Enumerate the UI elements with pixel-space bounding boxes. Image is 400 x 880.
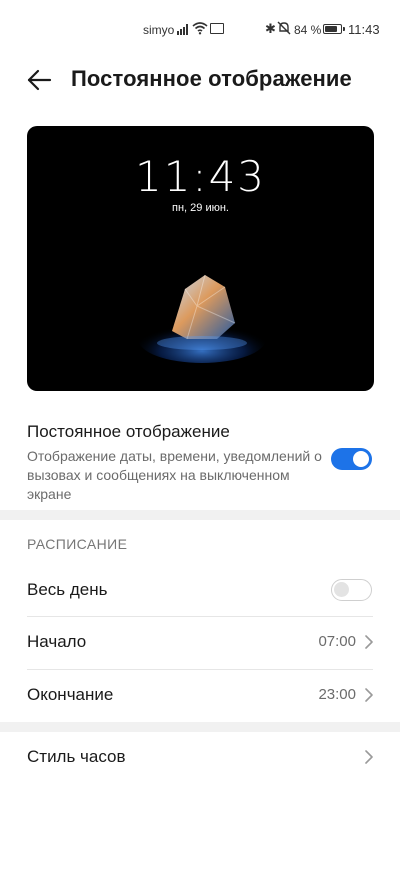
section-divider [0,722,400,732]
end-time-row[interactable]: Окончание 23:00 [0,670,400,722]
bluetooth-icon: ✱ [265,21,276,36]
switch-knob [334,582,349,597]
battery-icon [323,24,345,34]
aod-preview: 11:43 пн, 29 июн. [27,126,374,391]
start-label: Начало [27,632,87,651]
all-day-row[interactable]: Весь день [0,565,400,617]
page-title: Постоянное отображение [71,66,352,91]
end-label: Окончание [27,685,114,704]
status-time: 11:43 [348,22,380,37]
all-day-switch[interactable] [331,579,372,601]
schedule-section-header: РАСПИСАНИЕ [27,536,128,552]
clock-style-row[interactable]: Стиль часов [0,732,400,784]
carrier-label: simyo [143,23,175,37]
status-bar: simyo ✱ 84 % 11:43 [0,0,400,52]
mute-icon [277,21,291,35]
aod-description: Отображение даты, времени, уведомлений о… [27,448,322,502]
aod-switch[interactable] [331,448,372,470]
clock-style-label: Стиль часов [27,747,126,766]
chevron-right-icon [365,688,373,702]
chevron-right-icon [365,750,373,764]
all-day-label: Весь день [27,580,108,599]
wifi-icon [192,22,208,35]
preview-clock: 11:43 [134,152,267,201]
back-arrow-icon[interactable] [22,62,58,98]
end-value: 23:00 [318,686,356,703]
mail-icon [210,23,224,34]
settings-screen: simyo ✱ 84 % 11:43 Постоянное отображени… [0,0,400,880]
aod-title: Постоянное отображение [27,422,230,441]
signal-icon [177,23,191,35]
start-value: 07:00 [318,633,356,650]
chevron-right-icon [365,635,373,649]
preview-date: пн, 29 июн. [172,202,229,214]
start-time-row[interactable]: Начало 07:00 [0,617,400,669]
aod-toggle-row[interactable]: Постоянное отображение Отображение даты,… [0,416,400,506]
switch-knob [353,451,369,467]
battery-percent: 84 % [294,23,322,37]
preview-artwork [138,274,266,363]
app-header: Постоянное отображение [0,52,400,108]
section-divider [0,510,400,520]
